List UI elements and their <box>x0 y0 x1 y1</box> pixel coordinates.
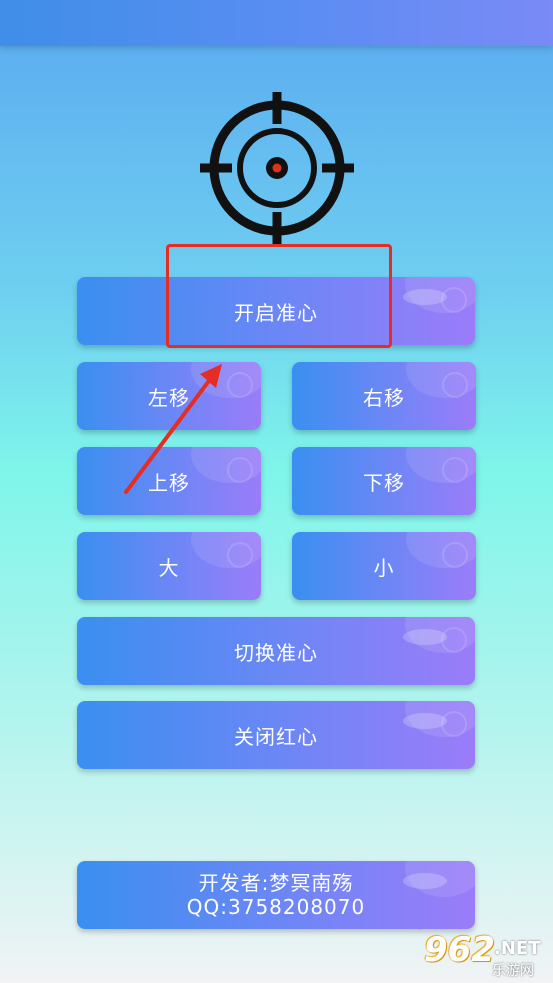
button-decoration <box>227 542 253 568</box>
move-left-label: 左移 <box>148 385 190 410</box>
shrink-button[interactable]: 小 <box>292 532 476 600</box>
button-decoration <box>227 457 253 483</box>
enlarge-button[interactable]: 大 <box>77 532 261 600</box>
move-right-label: 右移 <box>363 385 405 410</box>
watermark-brand: 962 <box>424 930 495 970</box>
switch-crosshair-label: 切换准心 <box>234 640 318 665</box>
watermark-tld: .NET <box>494 938 541 959</box>
developer-info-card[interactable]: 开发者:梦冥南殇 QQ:3758208070 <box>77 861 475 929</box>
move-down-label: 下移 <box>363 470 405 495</box>
button-decoration <box>441 287 467 313</box>
developer-name: 开发者:梦冥南殇 <box>198 871 354 895</box>
crosshair-tick-right <box>322 163 354 173</box>
top-app-bar <box>0 0 553 46</box>
crosshair-tick-bottom <box>272 212 282 244</box>
button-decoration <box>227 372 253 398</box>
move-up-button[interactable]: 上移 <box>77 447 261 515</box>
developer-qq: QQ:3758208070 <box>186 895 366 919</box>
switch-crosshair-button[interactable]: 切换准心 <box>77 617 475 685</box>
button-decoration <box>441 711 467 737</box>
button-decoration <box>442 542 468 568</box>
watermark-site-name: 乐游网 <box>492 963 534 979</box>
move-down-button[interactable]: 下移 <box>292 447 476 515</box>
button-decoration <box>442 372 468 398</box>
crosshair-center-dot <box>272 163 282 173</box>
close-red-dot-label: 关闭红心 <box>234 724 318 749</box>
move-left-button[interactable]: 左移 <box>77 362 261 430</box>
close-red-dot-button[interactable]: 关闭红心 <box>77 701 475 769</box>
open-crosshair-label: 开启准心 <box>234 300 318 325</box>
enlarge-label: 大 <box>158 555 180 580</box>
crosshair-tick-top <box>272 92 282 124</box>
crosshair-tick-left <box>200 163 232 173</box>
button-decoration <box>441 627 467 653</box>
button-decoration <box>442 457 468 483</box>
open-crosshair-button[interactable]: 开启准心 <box>77 277 475 345</box>
crosshair-icon <box>200 92 354 244</box>
move-right-button[interactable]: 右移 <box>292 362 476 430</box>
button-decoration <box>403 873 447 889</box>
site-watermark: 962 .NET 乐游网 <box>412 928 552 982</box>
shrink-label: 小 <box>373 555 395 580</box>
move-up-label: 上移 <box>148 470 190 495</box>
